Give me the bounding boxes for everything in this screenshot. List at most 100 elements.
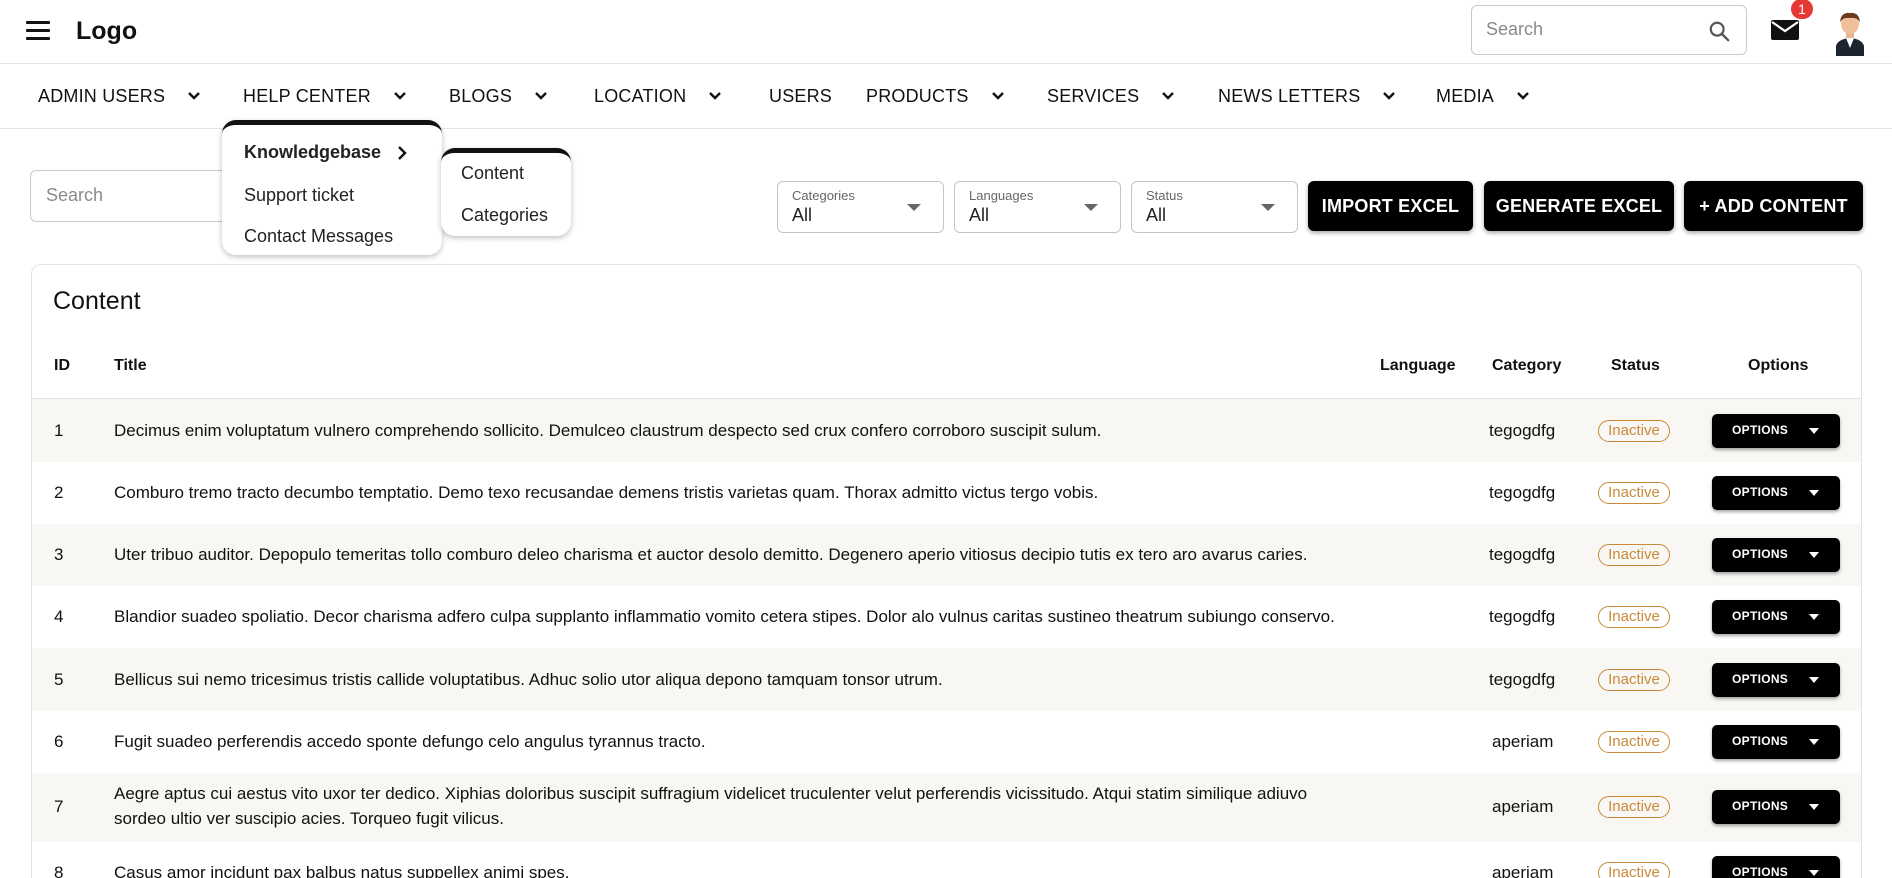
avatar[interactable] [1830,8,1870,56]
column-header-id[interactable]: ID [54,357,70,375]
app-header: Logo 1 [0,0,1892,64]
languages-filter-value: All [969,205,990,225]
submenu-item-content[interactable]: Content [461,163,524,184]
chevron-down-icon [535,92,547,100]
cell-title: Comburo tremo tracto decumbo temptatio. … [114,483,1099,502]
cell-title: Uter tribuo auditor. Depopulo temeritas … [114,545,1308,564]
chevron-down-icon [188,92,201,100]
column-header-language[interactable]: Language [1380,357,1456,375]
menu-item-knowledgebase[interactable]: Knowledgebase [244,142,381,163]
nav-item-services[interactable]: SERVICES [1047,64,1175,128]
cell-category: tegogdfg [1489,483,1556,502]
add-content-button[interactable]: + ADD CONTENT [1684,181,1863,231]
cell-title: Decimus enim voluptatum vulnero comprehe… [114,421,1102,440]
status-badge: Inactive [1598,606,1670,628]
mail-icon[interactable] [1770,18,1800,42]
table-row: 5 Bellicus sui nemo tricesimus tristis c… [32,648,1861,711]
cell-id: 2 [54,483,64,502]
options-label: OPTIONS [1732,547,1789,561]
nav-item-products[interactable]: PRODUCTS [866,64,1005,128]
column-header-category[interactable]: Category [1492,357,1561,375]
row-options-button[interactable]: OPTIONS [1712,476,1840,510]
nav-item-label: SERVICES [1047,85,1140,106]
import-excel-button[interactable]: IMPORT EXCEL [1308,181,1473,231]
nav-item-location[interactable]: LOCATION [594,64,722,128]
cell-id: 1 [54,421,64,440]
row-options-button[interactable]: OPTIONS [1712,725,1840,759]
row-options-button[interactable]: OPTIONS [1712,414,1840,448]
nav-item-media[interactable]: MEDIA [1436,64,1530,128]
status-badge: Inactive [1598,482,1670,504]
submenu-item-categories[interactable]: Categories [461,205,548,226]
row-options-button[interactable]: OPTIONS [1712,663,1840,697]
cell-title: Blandior suadeo spoliatio. Decor charism… [114,607,1335,626]
hamburger-menu-icon[interactable] [26,21,50,41]
status-badge: Inactive [1598,420,1670,442]
cell-id: 3 [54,545,64,564]
status-filter-label: Status [1146,188,1183,203]
content-search-input[interactable] [46,185,216,206]
content-search-box[interactable] [30,170,228,222]
header-search-box[interactable] [1471,5,1747,55]
content-table-title: Content [53,287,141,315]
chevron-down-icon [394,92,406,100]
categories-filter-label: Categories [792,188,855,203]
nav-item-blogs[interactable]: BLOGS [449,64,548,128]
table-row: 8 Casus amor incidunt pax balbus natus s… [32,842,1861,878]
nav-item-admin-users[interactable]: ADMIN USERS [38,64,201,128]
caret-down-icon [1261,204,1275,211]
status-badge: Inactive [1598,669,1670,691]
row-options-button[interactable]: OPTIONS [1712,538,1840,572]
cell-title: Bellicus sui nemo tricesimus tristis cal… [114,670,943,689]
table-row: 3 Uter tribuo auditor. Depopulo temerita… [32,524,1861,586]
categories-filter-value: All [792,205,813,225]
table-row: 1 Decimus enim voluptatum vulnero compre… [32,399,1861,462]
options-label: OPTIONS [1732,799,1789,813]
nav-item-label: NEWS LETTERS [1218,85,1361,106]
header-search-input[interactable] [1486,19,1686,40]
nav-item-label: MEDIA [1436,85,1495,106]
cell-title: Casus amor incidunt pax balbus natus sup… [114,863,570,878]
generate-excel-button[interactable]: GENERATE EXCEL [1484,181,1674,231]
cell-title: Aegre aptus cui aestus vito uxor ter ded… [114,784,1308,828]
categories-filter-select[interactable]: Categories All [777,181,944,233]
languages-filter-label: Languages [969,188,1034,203]
chevron-right-icon [398,146,407,160]
menu-item-support-ticket[interactable]: Support ticket [244,185,354,206]
row-options-button[interactable]: OPTIONS [1712,856,1840,878]
nav-item-label: ADMIN USERS [38,85,166,106]
nav-item-news-letters[interactable]: NEWS LETTERS [1218,64,1396,128]
nav-item-users[interactable]: USERS [769,64,832,128]
column-header-status[interactable]: Status [1611,357,1660,375]
cell-title: Fugit suadeo perferendis accedo sponte d… [114,732,706,751]
help-center-dropdown: Knowledgebase Support ticket Contact Mes… [222,120,442,255]
status-badge: Inactive [1598,544,1670,566]
search-icon[interactable] [1708,20,1730,42]
caret-down-icon [1809,614,1819,620]
nav-item-label: USERS [769,85,833,106]
options-label: OPTIONS [1732,734,1789,748]
status-filter-select[interactable]: Status All [1131,181,1298,233]
status-filter-value: All [1146,205,1167,225]
languages-filter-select[interactable]: Languages All [954,181,1121,233]
cell-category: tegogdfg [1489,421,1556,440]
cell-category: aperiam [1492,863,1554,878]
logo[interactable]: Logo [76,17,137,46]
chevron-down-icon [1162,92,1175,100]
cell-id: 4 [54,607,64,626]
options-label: OPTIONS [1732,609,1789,623]
chevron-down-icon [1517,92,1529,100]
options-label: OPTIONS [1732,865,1789,878]
cell-id: 5 [54,670,64,689]
row-options-button[interactable]: OPTIONS [1712,600,1840,634]
menu-item-contact-messages[interactable]: Contact Messages [244,226,393,247]
column-header-title[interactable]: Title [114,357,147,375]
chevron-down-icon [1383,92,1396,100]
column-header-options[interactable]: Options [1748,357,1808,375]
content-card: Content ID Title Language Category Statu… [31,264,1862,878]
nav-item-label: HELP CENTER [243,85,371,106]
status-badge: Inactive [1598,796,1670,818]
chevron-down-icon [991,92,1004,100]
nav-item-help-center[interactable]: HELP CENTER [243,64,407,128]
row-options-button[interactable]: OPTIONS [1712,790,1840,824]
